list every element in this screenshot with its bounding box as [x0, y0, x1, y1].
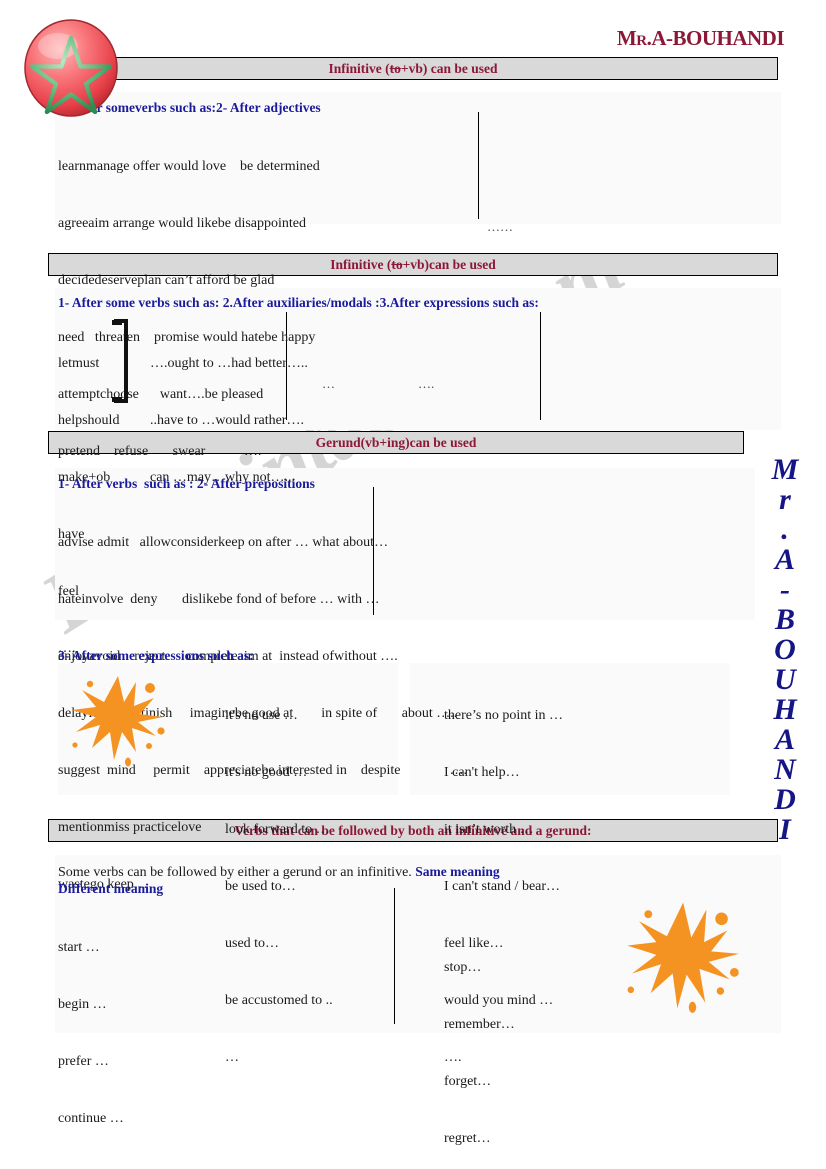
list-item: used to… — [225, 936, 280, 951]
list-item: remember… — [444, 1017, 515, 1032]
list-item: look forward to … — [225, 822, 330, 837]
list-item: there’s no point in … — [444, 708, 563, 723]
list-item: start … — [58, 940, 100, 955]
section-4-intro-bold: Same meaning — [415, 864, 500, 879]
banner-2-strike: to — [391, 257, 403, 272]
section-3-verbs-heading: 1- After verbs such as : 2- After prepos… — [58, 476, 315, 491]
section-2-divider-2 — [540, 312, 541, 420]
banner-2-post: +vb)can be used — [402, 257, 496, 272]
list-item: it's no use … — [225, 708, 298, 723]
list-item: ..have to …would rather…. — [150, 413, 304, 428]
banner-3-pre: Gerund(vb+ing)can be used — [315, 435, 477, 450]
list-item: forget… — [444, 1074, 492, 1089]
sig-char: - — [780, 573, 790, 606]
list-item: it isn’t worth … — [444, 822, 534, 837]
sig-char: U — [774, 663, 796, 696]
section-4-subheading: Different meaning — [58, 881, 164, 896]
list-item: it's no good … — [225, 765, 308, 780]
list-item: agreeaim arrange would likebe disappoint… — [58, 216, 307, 231]
list-item: stop… — [444, 960, 482, 975]
sig-char: D — [774, 783, 796, 816]
banner-1-pre: Infinitive ( — [328, 61, 390, 76]
sig-char: N — [774, 753, 796, 786]
list-item: regret… — [444, 1131, 491, 1146]
sig-char: H — [773, 693, 797, 726]
sig-char: O — [774, 633, 796, 666]
section-2-col2: ….ought to …had better….. ..have to …wou… — [150, 316, 308, 525]
section-2-mid-dots-1: … — [322, 376, 335, 391]
sig-char: A — [774, 723, 795, 756]
sig-char: M — [771, 453, 799, 486]
moroccan-flag-logo-icon — [22, 18, 120, 118]
list-item: ….ought to …had better….. — [150, 356, 308, 371]
paint-splatter-icon-1 — [62, 662, 172, 772]
list-item: … — [225, 1050, 239, 1065]
list-item: helpshould — [58, 413, 120, 428]
section-2-mid-dots-2: …. — [418, 376, 435, 391]
author-signature-vertical: M r . A - B O U H A N D I — [754, 455, 816, 845]
banner-section-1: Infinitive (to+vb) can be used — [48, 57, 778, 80]
list-item: I can't help… — [444, 765, 520, 780]
section-3-expr-col1: it's no use … it's no good … look forwar… — [225, 668, 333, 1105]
list-item: be accustomed to .. — [225, 993, 333, 1008]
list-item: begin … — [58, 997, 107, 1012]
section-1-right-dots: …… — [487, 219, 513, 234]
sig-char: A — [774, 543, 795, 576]
banner-1-post: +vb) can be used — [400, 61, 498, 76]
grouping-bracket — [110, 316, 132, 411]
section-4-col2: stop… remember… forget… regret… try… …… — [444, 920, 515, 1169]
section-1-divider — [478, 112, 479, 219]
banner-2-pre: Infinitive ( — [330, 257, 392, 272]
section-4-intro: Some verbs can be followed by either a g… — [58, 862, 500, 882]
sig-char: I — [779, 813, 791, 846]
list-item: advise admit allowconsiderkeep on after … — [58, 535, 389, 550]
sig-char: B — [774, 603, 795, 636]
list-item: prefer … — [58, 1054, 109, 1069]
banner-1-strike: to — [389, 61, 401, 76]
sig-char: . — [781, 513, 789, 546]
worksheet-page: ESLprintables.com Mr.A-BOUHANDI — [0, 0, 826, 1169]
list-item: learnmanage offer would love be determin… — [58, 159, 320, 174]
section-4-intro-plain: Some verbs can be followed by either a g… — [58, 865, 416, 880]
sig-char: r — [779, 483, 791, 516]
list-item: decidedeserveplan can’t afford be glad — [58, 273, 275, 288]
section-2-heading: 1- After some verbs such as: 2.After aux… — [58, 295, 539, 310]
section-4-col1: start … begin … prefer … continue … hate… — [58, 900, 124, 1169]
author-signature-top: Mr.A-BOUHANDI — [616, 26, 785, 50]
paint-splatter-icon-2 — [618, 888, 746, 1021]
list-item: hateinvolve deny dislikebe fond of befor… — [58, 592, 380, 607]
list-item: continue … — [58, 1111, 124, 1126]
